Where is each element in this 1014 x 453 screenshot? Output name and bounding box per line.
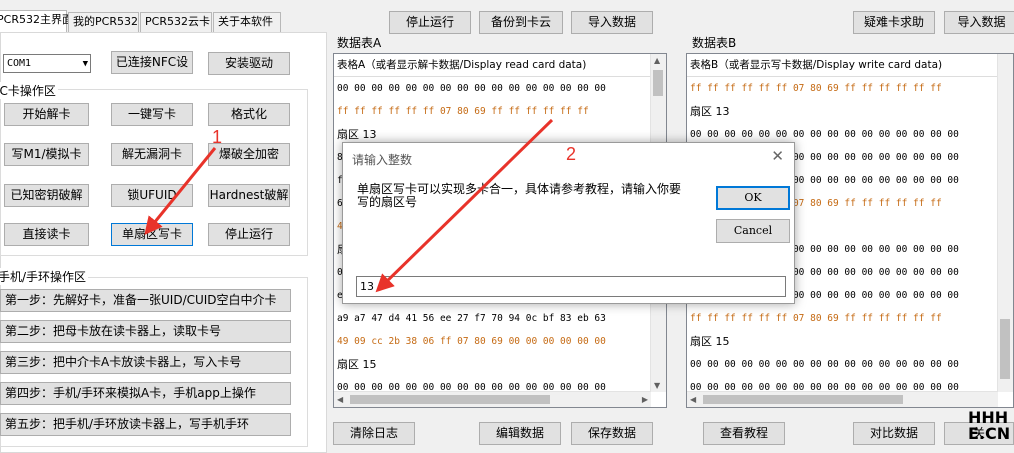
- annotation-arrow-1: [144, 147, 217, 235]
- annotation-arrow-2: [375, 118, 554, 293]
- watermark: HHH E.CN: [968, 410, 1010, 442]
- watermark-line-2: E.CN: [968, 424, 1011, 443]
- annotation-label-2: 2: [566, 144, 576, 164]
- annotation-label-1: 1: [212, 127, 222, 147]
- annotation-overlay: 1 2: [144, 118, 576, 293]
